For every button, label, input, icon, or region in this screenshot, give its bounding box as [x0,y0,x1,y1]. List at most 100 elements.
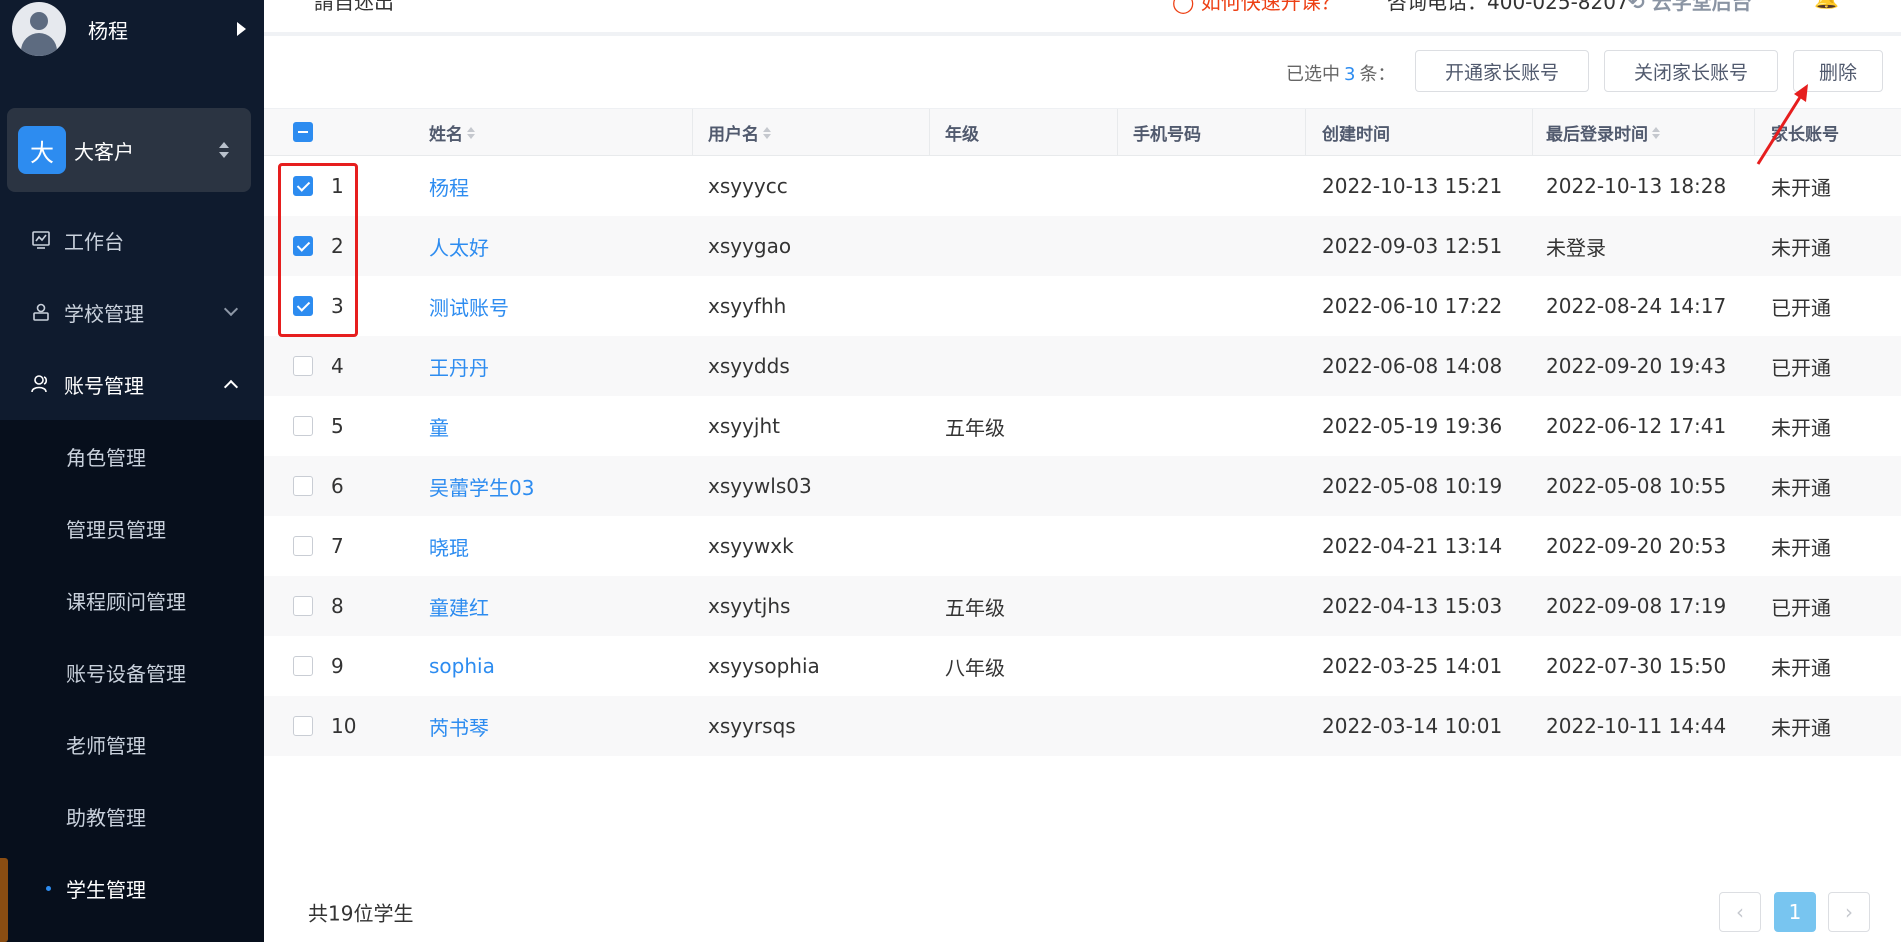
nav-label: 学校管理 [64,301,144,326]
sort-updown-icon [219,142,229,158]
submenu-consultant[interactable]: 课程顾问管理 [0,564,264,636]
table-row[interactable]: 6 吴蕾学生03 xsyywls03 2022-05-08 10:19 2022-05-… [264,456,1901,516]
row-checkbox[interactable] [293,476,313,496]
row-checkbox[interactable] [293,536,313,556]
cell-last-login: 2022-09-20 19:43 [1546,354,1727,378]
header-label: 姓名 [429,125,463,145]
highlight-box [278,163,358,337]
submenu-role[interactable]: 角色管理 [0,420,264,492]
cell-name[interactable]: 童建红 [429,576,489,636]
dashboard-icon [30,229,52,251]
nav-item-account[interactable]: 账号管理 [0,348,264,420]
submenu-label: 老师管理 [66,733,146,758]
cell-last-login: 2022-10-13 18:28 [1546,174,1727,198]
table-row[interactable]: 10 芮书琴 xsyyrsqs 2022-03-14 10:01 2022-10-11 … [264,696,1901,756]
nav-label: 账号管理 [64,373,144,398]
nav-label: 工作台 [64,229,124,254]
cell-last-login: 2022-06-12 17:41 [1546,414,1727,438]
row-checkbox[interactable] [293,656,313,676]
active-dot [46,885,51,891]
sort-icon[interactable] [467,126,475,139]
table-row[interactable]: 5 童 xsyyjht 五年级 2022-05-19 19:36 2022-06-12 1… [264,396,1901,456]
submenu-label: 角色管理 [66,445,146,470]
table-row[interactable]: 8 童建红 xsyytjhs 五年级 2022-04-13 15:03 2022-09-0… [264,576,1901,636]
cell-username: xsyyrsqs [708,714,796,738]
header-username[interactable]: 用户名 [708,109,771,156]
submenu-admin[interactable]: 管理员管理 [0,492,264,564]
cell-grade: 八年级 [945,655,1005,680]
cell-created: 2022-09-03 12:51 [1322,234,1503,258]
cell-username: xsyywls03 [708,474,812,498]
cell-last-login: 2022-09-20 20:53 [1546,534,1727,558]
row-checkbox[interactable] [293,596,313,616]
row-checkbox[interactable] [293,356,313,376]
cell-last-login: 2022-10-11 14:44 [1546,714,1727,738]
prev-page-button[interactable]: ‹ [1719,892,1761,932]
column-divider [1532,109,1533,156]
table-footer: 共19位学生 ‹ 1 › [264,882,1901,942]
column-divider [1305,109,1306,156]
cell-parent-account: 已开通 [1771,595,1831,620]
row-checkbox[interactable] [293,716,313,736]
table-row[interactable]: 7 晓琨 xsyywxk 2022-04-21 13:14 2022-09-20 20:… [264,516,1901,576]
header-name[interactable]: 姓名 [429,109,475,156]
cell-name[interactable]: 吴蕾学生03 [429,456,534,516]
sidebar-scrollbar[interactable] [0,858,8,942]
help-link[interactable]: ◯ 如何快速开课？ [1172,0,1341,15]
cell-parent-account: 未开通 [1771,415,1831,440]
page-number-button[interactable]: 1 [1774,892,1816,932]
cell-parent-account: 未开通 [1771,475,1831,500]
cell-created: 2022-03-14 10:01 [1322,714,1503,738]
header-grade: 年级 [945,125,979,145]
sort-icon[interactable] [1652,126,1660,139]
cell-name[interactable]: 芮书琴 [429,696,489,756]
header-label: 最后登录时间 [1546,125,1648,145]
header-label: 用户名 [708,125,759,145]
cell-index: 10 [331,714,357,738]
submenu-student[interactable]: 学生管理 [0,852,264,924]
cell-name[interactable]: 晓琨 [429,516,469,576]
brand-logo: ⟲ 云学堂后台 [1628,0,1752,14]
cell-last-login: 2022-09-08 17:19 [1546,594,1727,618]
cell-name[interactable]: 测试账号 [429,276,509,336]
submenu-assistant[interactable]: 助教管理 [0,780,264,852]
table-row[interactable]: 1 杨程 xsyyycc 2022-10-13 15:21 2022-10-13 18:… [264,156,1901,216]
open-parent-account-button[interactable]: 开通家长账号 [1415,50,1589,92]
header-last-login[interactable]: 最后登录时间 [1546,109,1660,156]
cell-username: xsyyycc [708,174,788,198]
submenu-label: 管理员管理 [66,517,166,542]
table-row[interactable]: 4 王丹丹 xsyydds 2022-06-08 14:08 2022-09-20 19… [264,336,1901,396]
submenu-device[interactable]: 账号设备管理 [0,636,264,708]
submenu-teacher[interactable]: 老师管理 [0,708,264,780]
table-row[interactable]: 2 人太好 xsyygao 2022-09-03 12:51 未登录 未开通 [264,216,1901,276]
cell-last-login: 2022-05-08 10:55 [1546,474,1727,498]
cell-created: 2022-05-08 10:19 [1322,474,1503,498]
cell-name[interactable]: sophia [429,636,495,696]
cell-created: 2022-04-13 15:03 [1322,594,1503,618]
row-checkbox[interactable] [293,416,313,436]
cell-username: xsyysophia [708,654,820,678]
table-row[interactable]: 3 测试账号 xsyyfhh 2022-06-10 17:22 2022-08-24 1… [264,276,1901,336]
cell-index: 4 [331,354,344,378]
table-header: 姓名 用户名 年级 手机号码 创建时间 最后登录时间 家长账号 [264,108,1901,156]
select-all-checkbox[interactable] [293,122,313,142]
cell-name[interactable]: 人太好 [429,216,489,276]
cell-name[interactable]: 杨程 [429,156,469,216]
user-profile[interactable]: 杨程 [12,0,252,58]
org-switcher[interactable]: 大 大客户 [7,108,251,192]
cell-last-login: 2022-07-30 15:50 [1546,654,1727,678]
cell-parent-account: 未开通 [1771,235,1831,260]
cell-parent-account: 未开通 [1771,655,1831,680]
cell-name[interactable]: 童 [429,396,449,456]
column-divider [692,109,693,156]
nav-item-dashboard[interactable]: 工作台 [0,204,264,276]
submenu-label: 账号设备管理 [66,661,186,686]
table-row[interactable]: 9 sophia xsyysophia 八年级 2022-03-25 14:01 2022… [264,636,1901,696]
caret-right-icon[interactable] [237,22,246,36]
bell-icon[interactable]: 🔔 [1814,0,1839,10]
nav-item-school[interactable]: 学校管理 [0,276,264,348]
sort-icon[interactable] [763,126,771,139]
cell-created: 2022-10-13 15:21 [1322,174,1503,198]
next-page-button[interactable]: › [1828,892,1870,932]
cell-name[interactable]: 王丹丹 [429,336,489,396]
